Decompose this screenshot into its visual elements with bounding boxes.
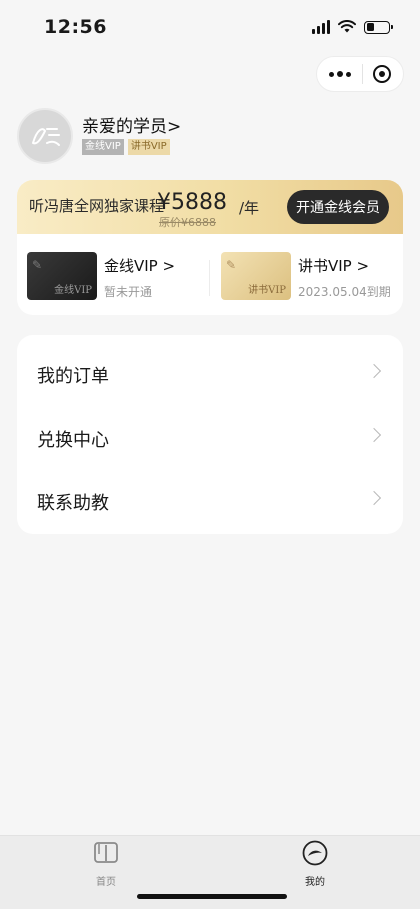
menu-item-orders[interactable]: 我的订单 <box>17 340 403 402</box>
book-vip-badge: 讲书VIP <box>127 139 170 155</box>
vip-row: ✎ 金线VIP 金线VIP > 暂未开通 ✎ 讲书VIP 讲书VIP > 202… <box>17 252 403 302</box>
home-indicator <box>137 894 287 899</box>
promo-banner[interactable]: 听冯唐全网独家课程 ¥5888 /年 原价¥6888 开通金线会员 <box>17 180 403 234</box>
avatar-logo-icon <box>32 128 60 146</box>
gold-vip-card-thumbnail: ✎ 金线VIP <box>27 252 97 300</box>
username[interactable]: 亲爱的学员> <box>82 112 181 137</box>
gold-vip-title: 金线VIP > <box>104 257 176 275</box>
book-vip-card-thumbnail: ✎ 讲书VIP <box>221 252 291 300</box>
chevron-right-icon <box>366 427 382 443</box>
tab-home[interactable]: 首页 <box>76 840 136 888</box>
logo-mark-icon: ✎ <box>32 258 43 272</box>
book-vip-expiry: 2023.05.04到期 <box>298 285 391 299</box>
promo-text: 听冯唐全网独家课程 <box>29 197 165 215</box>
gold-vip-card-caption: 金线VIP <box>54 285 92 296</box>
book-icon <box>94 842 118 863</box>
vip-card: 听冯唐全网独家课程 ¥5888 /年 原价¥6888 开通金线会员 ✎ 金线VI… <box>17 180 403 315</box>
original-price: 原价¥6888 <box>159 216 216 229</box>
vip-divider <box>209 260 210 296</box>
tab-mine[interactable]: 我的 <box>285 840 345 888</box>
badge-group: 金线VIP 讲书VIP <box>82 139 170 155</box>
menu-list: 我的订单 兑换中心 联系助教 <box>17 335 403 534</box>
chevron-right-icon <box>366 363 382 379</box>
menu-item-contact-assistant[interactable]: 联系助教 <box>17 467 403 529</box>
capsule-divider <box>361 64 363 84</box>
signal-icon <box>312 20 330 34</box>
battery-icon <box>364 20 393 34</box>
gold-vip-status: 暂未开通 <box>104 285 153 299</box>
menu-item-label: 我的订单 <box>37 366 109 387</box>
chevron-right-icon <box>366 490 382 506</box>
status-bar: 12:56 <box>0 0 420 56</box>
avatar[interactable] <box>17 108 73 164</box>
tab-label: 首页 <box>96 877 116 888</box>
book-vip-card-caption: 讲书VIP <box>248 285 286 296</box>
logo-mark-icon: ✎ <box>226 258 237 272</box>
profile-logo-icon <box>302 840 328 866</box>
more-icon[interactable] <box>329 71 351 77</box>
status-time: 12:56 <box>44 16 107 38</box>
close-target-icon[interactable] <box>373 65 391 83</box>
menu-item-label: 兑换中心 <box>37 430 109 451</box>
status-icons <box>312 20 393 34</box>
open-gold-membership-button[interactable]: 开通金线会员 <box>287 190 389 224</box>
tab-label: 我的 <box>305 877 325 888</box>
menu-item-redeem[interactable]: 兑换中心 <box>17 404 403 466</box>
wifi-icon <box>338 20 356 33</box>
capsule-menu[interactable] <box>316 56 404 92</box>
gold-vip-badge: 金线VIP <box>82 139 124 155</box>
menu-item-label: 联系助教 <box>37 493 109 514</box>
book-vip-title: 讲书VIP > <box>298 257 370 275</box>
promo-per-year: /年 <box>239 199 260 217</box>
promo-price: ¥5888 <box>157 190 227 215</box>
